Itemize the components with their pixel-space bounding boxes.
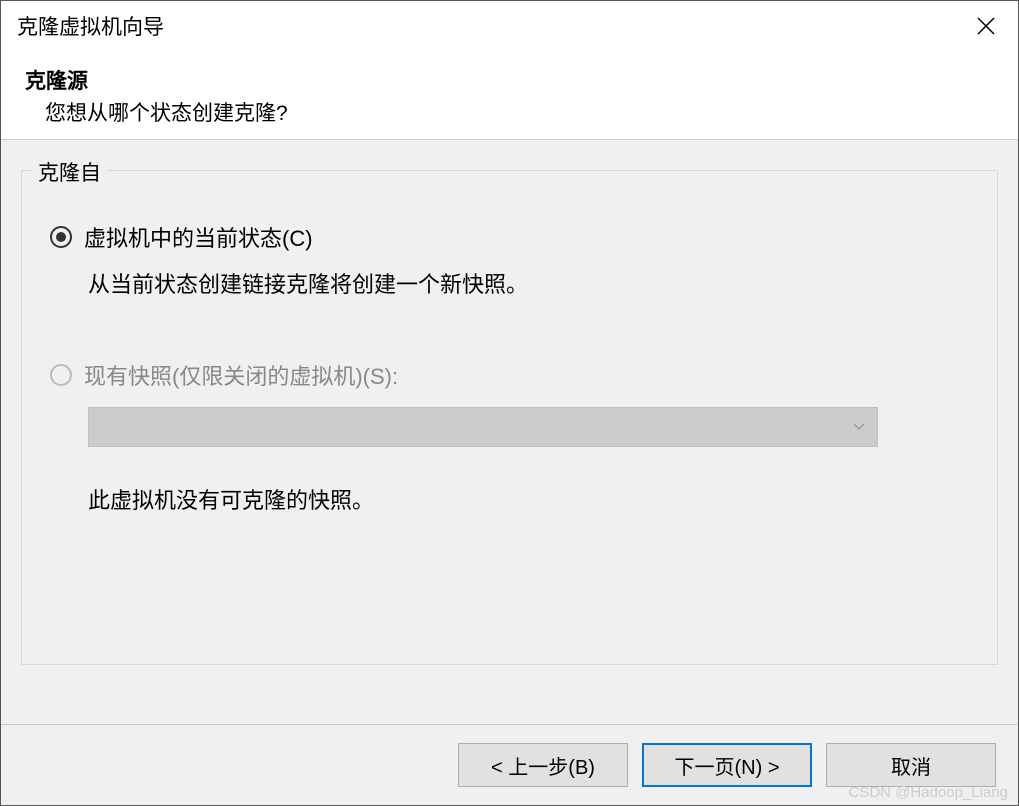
titlebar: 克隆虚拟机向导 xyxy=(1,1,1018,51)
cancel-button[interactable]: 取消 xyxy=(826,743,996,787)
current-state-desc: 从当前状态创建链接克隆将创建一个新快照。 xyxy=(88,267,969,299)
dialog-title: 克隆虚拟机向导 xyxy=(17,11,164,41)
radio-current-state[interactable]: 虚拟机中的当前状态(C) xyxy=(50,221,969,253)
fieldset-legend: 克隆自 xyxy=(32,157,107,187)
radio-dot-icon xyxy=(56,232,66,242)
radio-icon xyxy=(50,364,72,386)
clone-from-fieldset: 克隆自 虚拟机中的当前状态(C) 从当前状态创建链接克隆将创建一个新快照。 现有… xyxy=(21,170,998,665)
header-title: 克隆源 xyxy=(25,65,998,95)
close-button[interactable] xyxy=(966,6,1006,46)
snapshot-empty-msg: 此虚拟机没有可克隆的快照。 xyxy=(88,483,969,515)
chevron-down-icon xyxy=(853,423,865,431)
radio-icon xyxy=(50,226,72,248)
next-button[interactable]: 下一页(N) > xyxy=(642,743,812,787)
snapshot-combobox xyxy=(88,407,878,447)
clone-wizard-dialog: 克隆虚拟机向导 克隆源 您想从哪个状态创建克隆? 克隆自 虚拟机中的当前状态(C… xyxy=(0,0,1019,806)
header-subtitle: 您想从哪个状态创建克隆? xyxy=(45,97,998,127)
radio-snapshot: 现有快照(仅限关闭的虚拟机)(S): xyxy=(50,359,969,391)
radio-current-label: 虚拟机中的当前状态(C) xyxy=(84,221,313,253)
close-icon xyxy=(977,17,995,35)
back-button[interactable]: < 上一步(B) xyxy=(458,743,628,787)
content-area: 克隆自 虚拟机中的当前状态(C) 从当前状态创建链接克隆将创建一个新快照。 现有… xyxy=(1,140,1018,724)
footer: < 上一步(B) 下一页(N) > 取消 xyxy=(1,724,1018,805)
header-section: 克隆源 您想从哪个状态创建克隆? xyxy=(1,51,1018,140)
radio-snapshot-label: 现有快照(仅限关闭的虚拟机)(S): xyxy=(84,359,398,391)
